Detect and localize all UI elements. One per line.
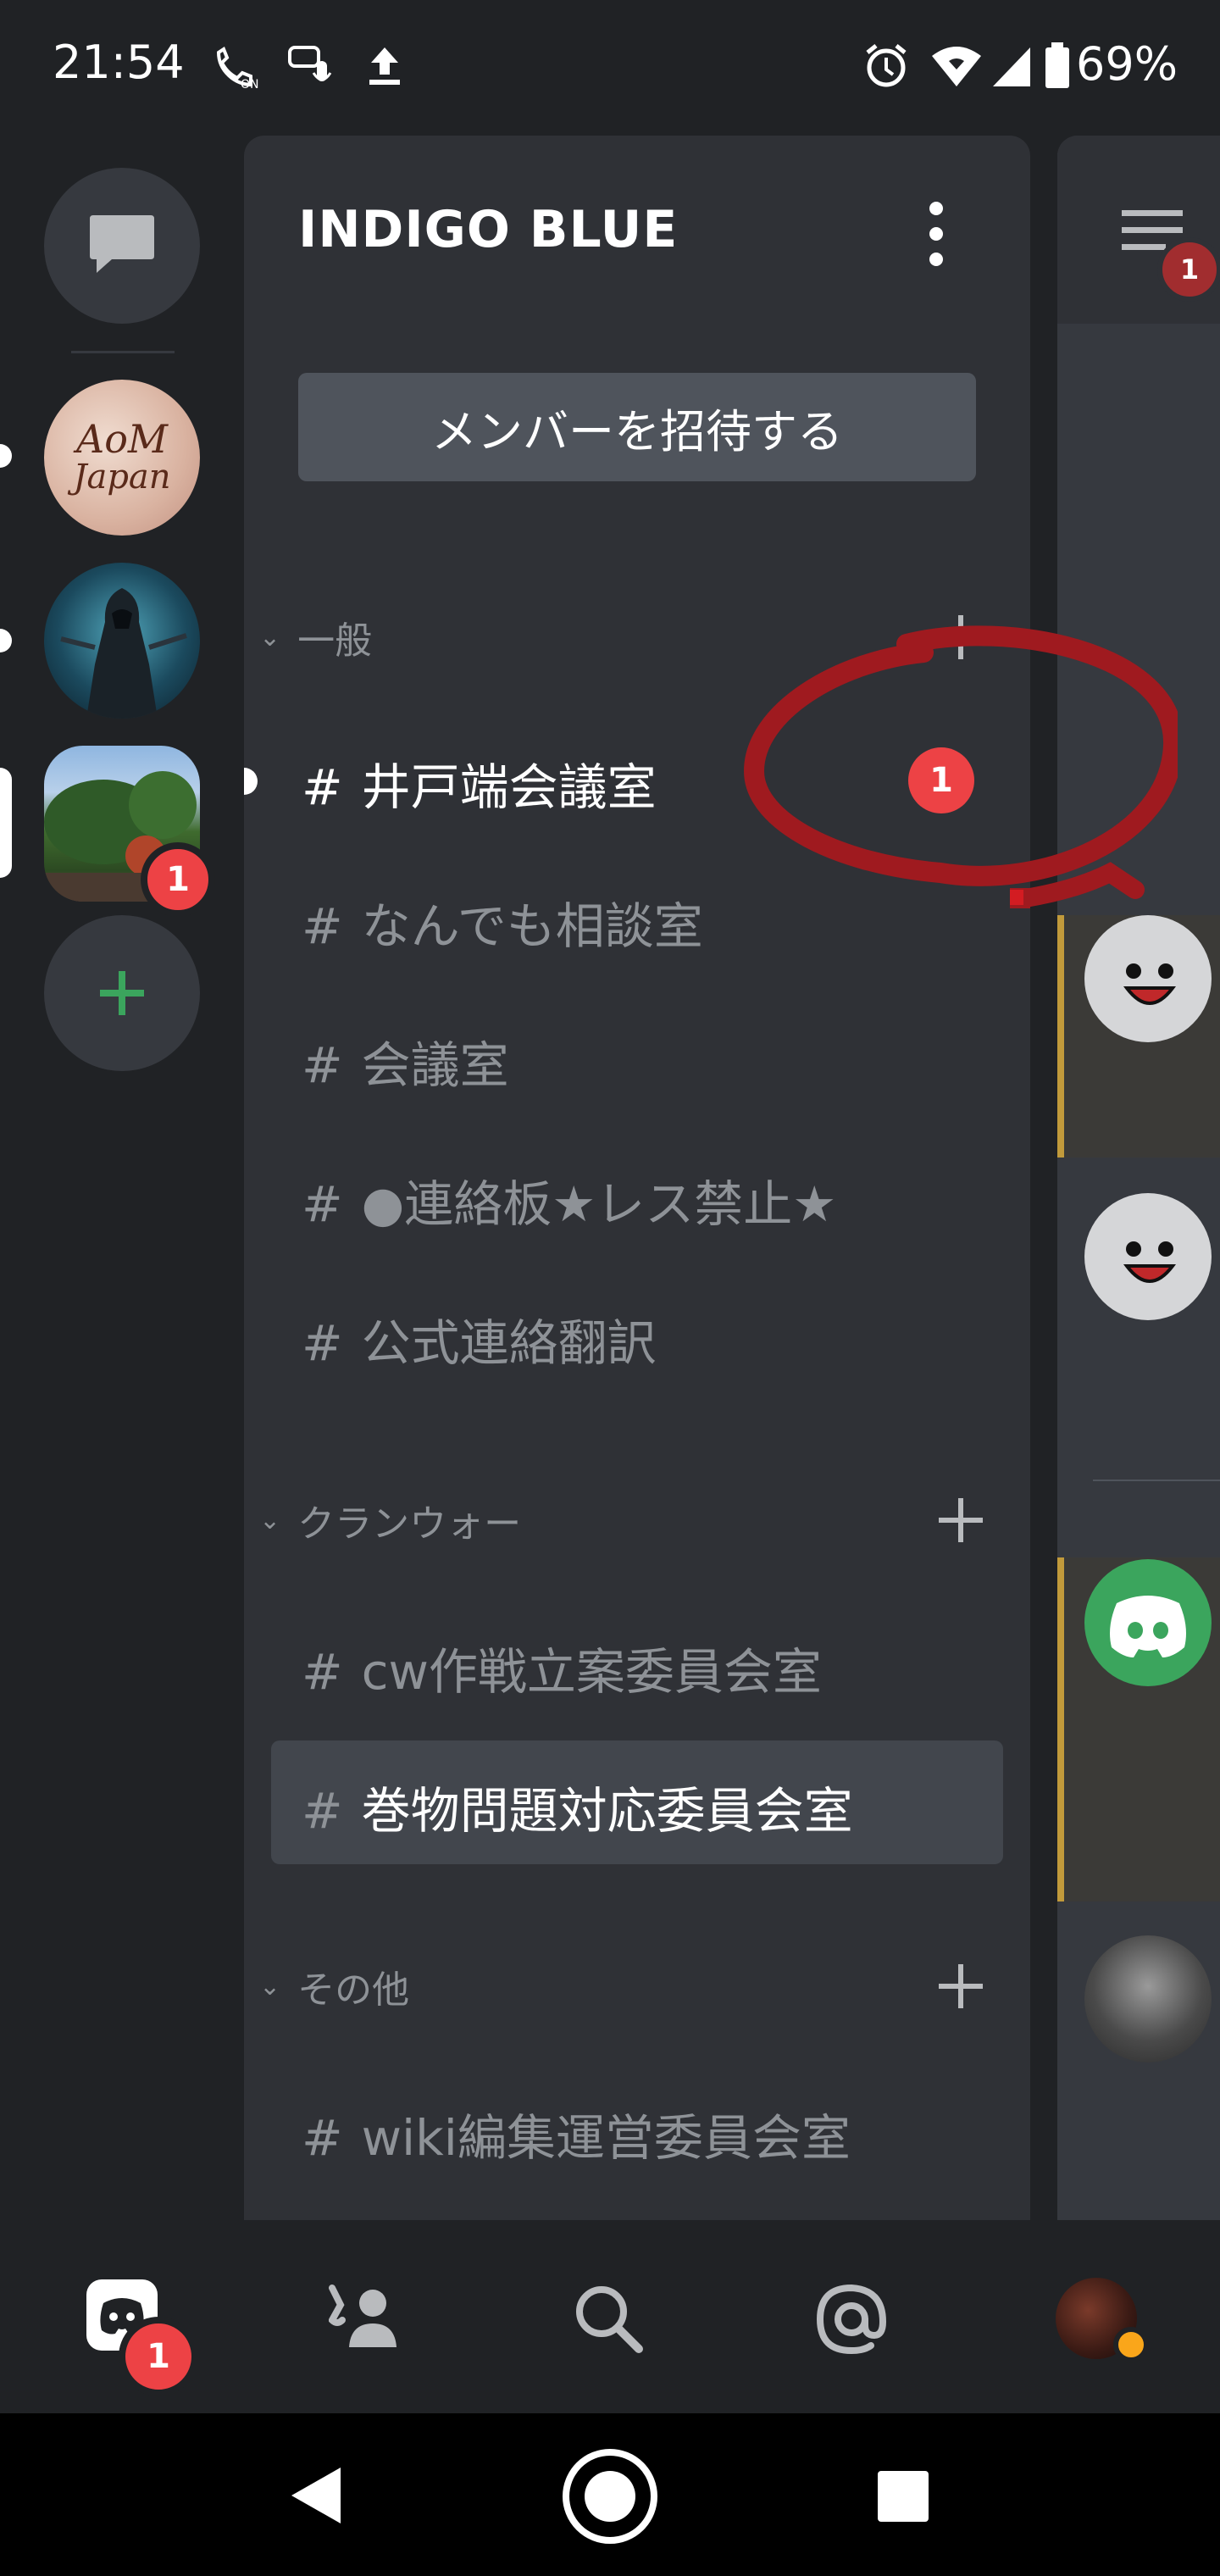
channel-label: cw作戦立案委員会室 bbox=[361, 1643, 822, 1701]
server-title[interactable]: INDIGO BLUE bbox=[298, 200, 678, 259]
rail-divider bbox=[71, 351, 175, 353]
home-circle-icon[interactable] bbox=[561, 2447, 659, 2545]
hash-icon: # bbox=[302, 1175, 343, 1233]
recents-icon[interactable] bbox=[876, 2469, 930, 2523]
vowifi-on-icon: ON bbox=[216, 46, 259, 90]
menu-badge: 1 bbox=[1157, 237, 1220, 302]
category-label: その他 bbox=[297, 1968, 410, 2012]
chat-peek-panel[interactable] bbox=[1057, 136, 1220, 2220]
search-icon[interactable] bbox=[573, 2283, 644, 2354]
chevron-down-icon: ⌄ bbox=[259, 622, 281, 652]
channel-item-makimono[interactable]: # 巻物問題対応委員会室 bbox=[302, 1771, 853, 1842]
chevron-down-icon: ⌄ bbox=[259, 1505, 281, 1535]
server-aom-japan[interactable]: AoM Japan bbox=[44, 380, 200, 536]
server-badge: 1 bbox=[141, 842, 215, 917]
friends-icon[interactable] bbox=[329, 2283, 405, 2351]
hooded-figure-image bbox=[60, 588, 187, 719]
avatar[interactable] bbox=[1084, 1559, 1212, 1686]
channel-item-nandemo[interactable]: # なんでも相談室 bbox=[302, 886, 703, 958]
direct-messages-button[interactable] bbox=[44, 168, 200, 324]
channel-item-cw-sakusen[interactable]: # cw作戦立案委員会室 bbox=[302, 1632, 822, 1703]
discord-logo-icon bbox=[1110, 1596, 1186, 1657]
invite-members-button[interactable]: メンバーを招待する bbox=[298, 373, 976, 481]
channel-item-koshiki[interactable]: # 公式連絡翻訳 bbox=[302, 1303, 657, 1374]
hash-icon: # bbox=[302, 1314, 343, 1372]
category-clanwar[interactable]: ⌄ クランウォー bbox=[259, 1493, 521, 1547]
category-general[interactable]: ⌄ 一般 bbox=[259, 610, 372, 664]
upload-icon bbox=[369, 47, 400, 85]
hash-icon: # bbox=[302, 758, 343, 816]
plus-icon bbox=[100, 971, 144, 1015]
wifi-icon bbox=[932, 47, 981, 86]
hash-icon: # bbox=[302, 1782, 343, 1840]
smiley-face-icon bbox=[1123, 1241, 1177, 1283]
channel-label: 巻物問題対応委員会室 bbox=[361, 1782, 853, 1840]
more-options-icon[interactable] bbox=[915, 200, 957, 268]
avatar-cat-photo[interactable] bbox=[1084, 1935, 1212, 2062]
chat-bubble-icon bbox=[90, 215, 154, 273]
chevron-down-icon: ⌄ bbox=[259, 1971, 281, 2001]
channel-label: 会議室 bbox=[361, 1036, 509, 1094]
alarm-icon bbox=[866, 44, 907, 87]
hash-icon: # bbox=[302, 897, 343, 955]
back-icon[interactable] bbox=[286, 2464, 346, 2527]
message-highlight-bar bbox=[1057, 1557, 1064, 1901]
category-label: クランウォー bbox=[297, 1502, 522, 1546]
message-divider bbox=[1093, 1480, 1220, 1481]
category-label: 一般 bbox=[297, 619, 373, 663]
channel-label: 井戸端会議室 bbox=[361, 758, 657, 816]
server-hooded-warrior[interactable] bbox=[44, 563, 200, 719]
status-time: 21:54 bbox=[53, 36, 185, 89]
channel-label: wiki編集運営委員会室 bbox=[361, 2109, 851, 2167]
channel-item-renrakuban[interactable]: # ●連絡板★レス禁止★ bbox=[302, 1164, 836, 1235]
category-other[interactable]: ⌄ その他 bbox=[259, 1959, 409, 2013]
home-badge: 1 bbox=[119, 2317, 198, 2396]
hash-icon: # bbox=[302, 2109, 343, 2167]
battery-percent: 69% bbox=[1076, 37, 1178, 91]
channel-label: ●連絡板★レス禁止★ bbox=[361, 1175, 837, 1233]
annotation-circle bbox=[743, 625, 1178, 908]
status-idle-icon bbox=[1113, 2327, 1149, 2362]
voice-message-icon bbox=[288, 46, 332, 81]
hash-icon: # bbox=[302, 1643, 343, 1701]
server-selected-pill bbox=[0, 768, 12, 878]
channel-label: 公式連絡翻訳 bbox=[361, 1314, 657, 1372]
server-avatar-text: Japan bbox=[73, 458, 171, 497]
avatar[interactable] bbox=[1084, 1193, 1212, 1320]
channel-item-kaigishitsu[interactable]: # 会議室 bbox=[302, 1025, 509, 1096]
channel-item-wiki[interactable]: # wiki編集運営委員会室 bbox=[302, 2098, 851, 2169]
add-channel-plus-icon[interactable] bbox=[937, 1963, 984, 2010]
svg-text:ON: ON bbox=[241, 78, 259, 90]
signal-icon bbox=[993, 47, 1030, 86]
hash-icon: # bbox=[302, 1036, 343, 1094]
add-server-button[interactable] bbox=[44, 915, 200, 1071]
channel-label: なんでも相談室 bbox=[361, 897, 703, 955]
add-channel-plus-icon[interactable] bbox=[937, 1496, 984, 1544]
server-avatar-text: AoM bbox=[75, 416, 168, 462]
mentions-icon[interactable] bbox=[815, 2283, 888, 2356]
battery-icon bbox=[1045, 42, 1069, 88]
channel-item-idobata[interactable]: # 井戸端会議室 bbox=[302, 747, 657, 819]
